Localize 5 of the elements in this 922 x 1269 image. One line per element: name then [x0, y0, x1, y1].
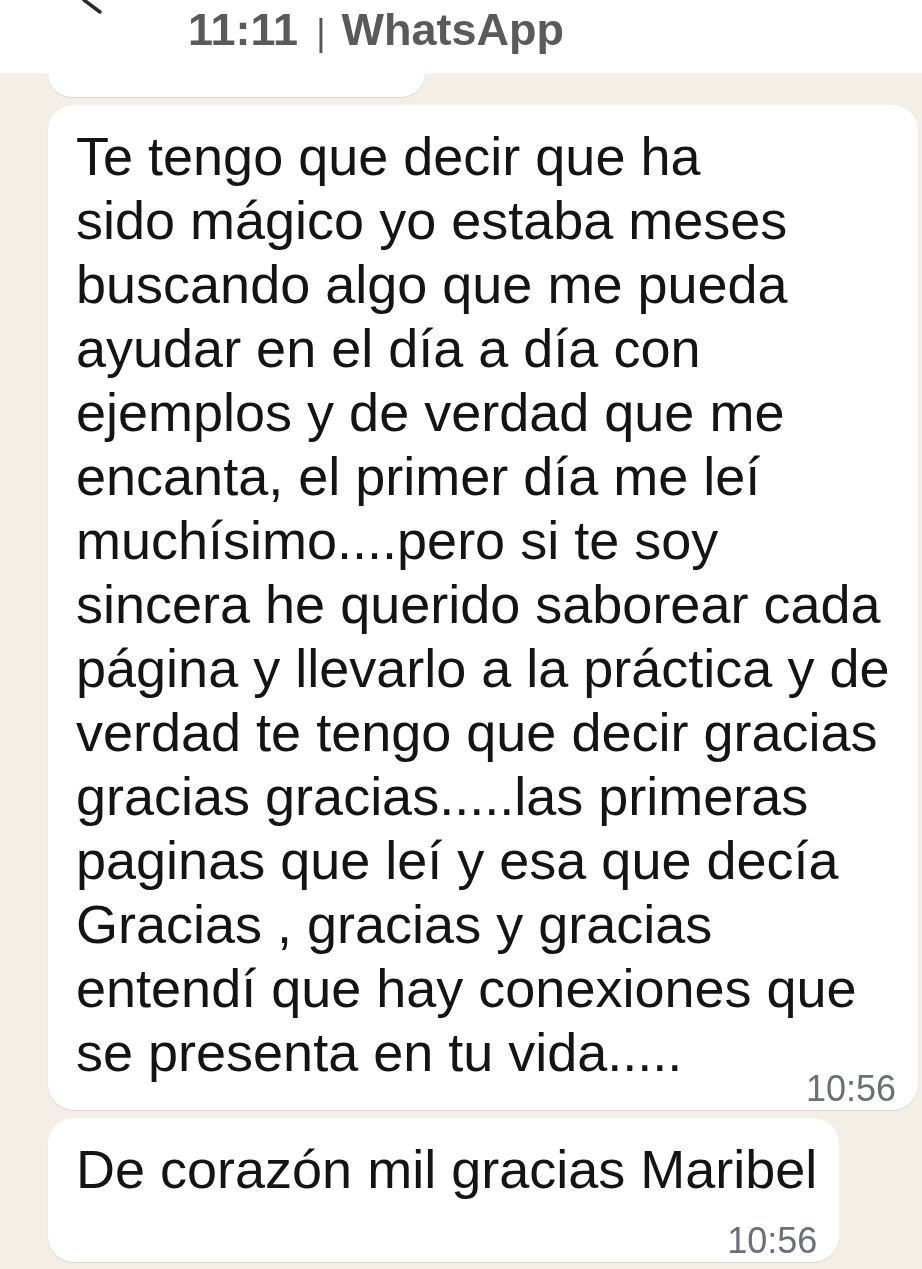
message-time: 10:56: [727, 1226, 818, 1256]
app-name: WhatsApp: [341, 4, 564, 56]
clock-time: 11:11: [188, 4, 299, 56]
message-text: De corazón mil gracias Maribel: [76, 1138, 818, 1201]
separator-mark: |: [316, 11, 326, 55]
